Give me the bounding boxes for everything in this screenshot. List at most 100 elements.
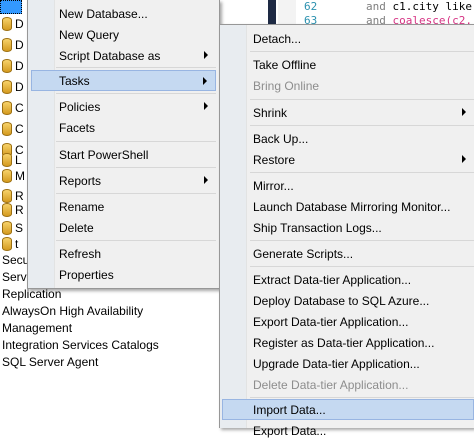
tree-database-label: D: [15, 17, 24, 31]
tree-node-sql-server-agent[interactable]: SQL Server Agent: [2, 354, 98, 371]
menu-item-label: Export Data-tier Application...: [253, 314, 409, 329]
menu-item-label: Delete Data-tier Application...: [253, 377, 409, 392]
database-icon: [2, 221, 12, 235]
selected-database-node[interactable]: [0, 0, 22, 14]
menu-item-label: Shrink: [253, 105, 288, 120]
menu-item-script-database-as[interactable]: Script Database as: [31, 45, 216, 66]
menu-item-export-data-tier[interactable]: Export Data-tier Application...: [222, 311, 474, 332]
menu-separator: [250, 172, 474, 173]
submenu-arrow-icon: [204, 102, 208, 110]
menu-item-reports[interactable]: Reports: [31, 170, 216, 191]
menu-separator: [250, 397, 474, 398]
database-icon: [2, 38, 12, 52]
tree-database-row[interactable]: t: [0, 234, 18, 254]
menu-item-label: Import Data...: [253, 402, 326, 417]
menu-item-upgrade-data-tier[interactable]: Upgrade Data-tier Application...: [222, 353, 474, 374]
database-icon: [2, 122, 12, 136]
menu-item-label: Ship Transaction Logs...: [253, 220, 382, 235]
menu-separator: [56, 67, 216, 68]
menu-item-label: Upgrade Data-tier Application...: [253, 356, 420, 371]
tree-node-integration-services[interactable]: Integration Services Catalogs: [2, 337, 159, 354]
menu-item-import-data[interactable]: Import Data...: [222, 399, 474, 420]
menu-item-label: Rename: [59, 199, 105, 214]
menu-item-delete-data-tier: Delete Data-tier Application...: [222, 374, 474, 395]
tree-database-label: D: [15, 59, 24, 73]
tree-database-label: C: [15, 101, 24, 115]
tree-database-label: D: [15, 80, 24, 94]
tree-database-label: t: [15, 237, 19, 251]
menu-separator: [56, 93, 216, 94]
menu-item-label: Properties: [59, 267, 114, 282]
menu-item-new-query[interactable]: New Query: [31, 24, 216, 45]
menu-separator: [250, 266, 474, 267]
tree-node-alwayson[interactable]: AlwaysOn High Availability: [2, 303, 143, 320]
tree-node-security[interactable]: Secu: [2, 252, 29, 269]
menu-item-export-data[interactable]: Export Data...: [222, 420, 474, 441]
database-context-menu: New Database... New Query Script Databas…: [27, 0, 220, 289]
tree-database-label: L: [15, 153, 22, 167]
menu-separator: [56, 167, 216, 168]
menu-item-start-powershell[interactable]: Start PowerShell: [31, 144, 216, 165]
tree-database-row[interactable]: D: [0, 35, 24, 55]
menu-separator: [250, 51, 474, 52]
menu-separator: [56, 193, 216, 194]
code-line: and c1.city like: [366, 0, 472, 13]
tree-database-row[interactable]: D: [0, 77, 24, 97]
menu-item-delete[interactable]: Delete: [31, 217, 216, 238]
code-text: c1.city like: [392, 0, 472, 13]
menu-item-refresh[interactable]: Refresh: [31, 243, 216, 264]
menu-item-label: Take Offline: [253, 57, 317, 72]
database-icon: [2, 153, 12, 167]
tree-database-row[interactable]: D: [0, 14, 24, 34]
menu-item-label: Export Data...: [253, 423, 327, 438]
menu-item-label: Delete: [59, 220, 94, 235]
submenu-arrow-icon: [204, 51, 208, 59]
menu-item-bring-online: Bring Online: [222, 75, 474, 96]
menu-item-launch-mirroring-monitor[interactable]: Launch Database Mirroring Monitor...: [222, 196, 474, 217]
tree-database-row[interactable]: D: [0, 56, 24, 76]
menu-item-label: New Query: [59, 27, 120, 42]
submenu-arrow-icon: [462, 108, 466, 116]
menu-item-new-database[interactable]: New Database...: [31, 3, 216, 24]
menu-item-label: Reports: [59, 173, 102, 188]
menu-item-label: Mirror...: [253, 178, 294, 193]
menu-item-deploy-to-sql-azure[interactable]: Deploy Database to SQL Azure...: [222, 290, 474, 311]
tree-database-label: M: [15, 169, 25, 183]
menu-item-ship-transaction-logs[interactable]: Ship Transaction Logs...: [222, 217, 474, 238]
menu-item-label: Deploy Database to SQL Azure...: [253, 293, 430, 308]
database-icon: [2, 80, 12, 94]
menu-item-shrink[interactable]: Shrink: [222, 102, 474, 123]
menu-separator: [250, 240, 474, 241]
menu-item-generate-scripts[interactable]: Generate Scripts...: [222, 243, 474, 264]
menu-item-properties[interactable]: Properties: [31, 264, 216, 285]
menu-item-tasks[interactable]: Tasks: [31, 70, 216, 91]
menu-item-label: New Database...: [59, 6, 148, 21]
menu-item-detach[interactable]: Detach...: [222, 28, 474, 49]
menu-item-label: Back Up...: [253, 131, 309, 146]
database-icon: [2, 17, 12, 31]
tree-database-row[interactable]: C: [0, 98, 24, 118]
database-icon: [2, 59, 12, 73]
tree-database-row[interactable]: C: [0, 119, 24, 139]
menu-item-label: Bring Online: [253, 78, 320, 93]
menu-item-rename[interactable]: Rename: [31, 196, 216, 217]
menu-item-back-up[interactable]: Back Up...: [222, 128, 474, 149]
menu-item-facets[interactable]: Facets: [31, 117, 216, 138]
menu-item-restore[interactable]: Restore: [222, 149, 474, 170]
menu-item-take-offline[interactable]: Take Offline: [222, 54, 474, 75]
tree-database-row[interactable]: M: [0, 166, 25, 186]
menu-item-register-data-tier[interactable]: Register as Data-tier Application...: [222, 332, 474, 353]
menu-item-policies[interactable]: Policies: [31, 96, 216, 117]
menu-item-label: Register as Data-tier Application...: [253, 335, 435, 350]
database-icon: [2, 169, 12, 183]
menu-item-mirror[interactable]: Mirror...: [222, 175, 474, 196]
tree-database-label: R: [15, 203, 24, 217]
tree-node-management[interactable]: Management: [2, 320, 72, 337]
submenu-arrow-icon: [462, 155, 466, 163]
tree-database-row[interactable]: R: [0, 200, 24, 220]
menu-item-label: Policies: [59, 99, 101, 114]
tree-database-label: S: [15, 221, 24, 235]
menu-item-extract-data-tier[interactable]: Extract Data-tier Application...: [222, 269, 474, 290]
menu-item-label: Tasks: [59, 73, 90, 88]
menu-item-label: Extract Data-tier Application...: [253, 272, 412, 287]
